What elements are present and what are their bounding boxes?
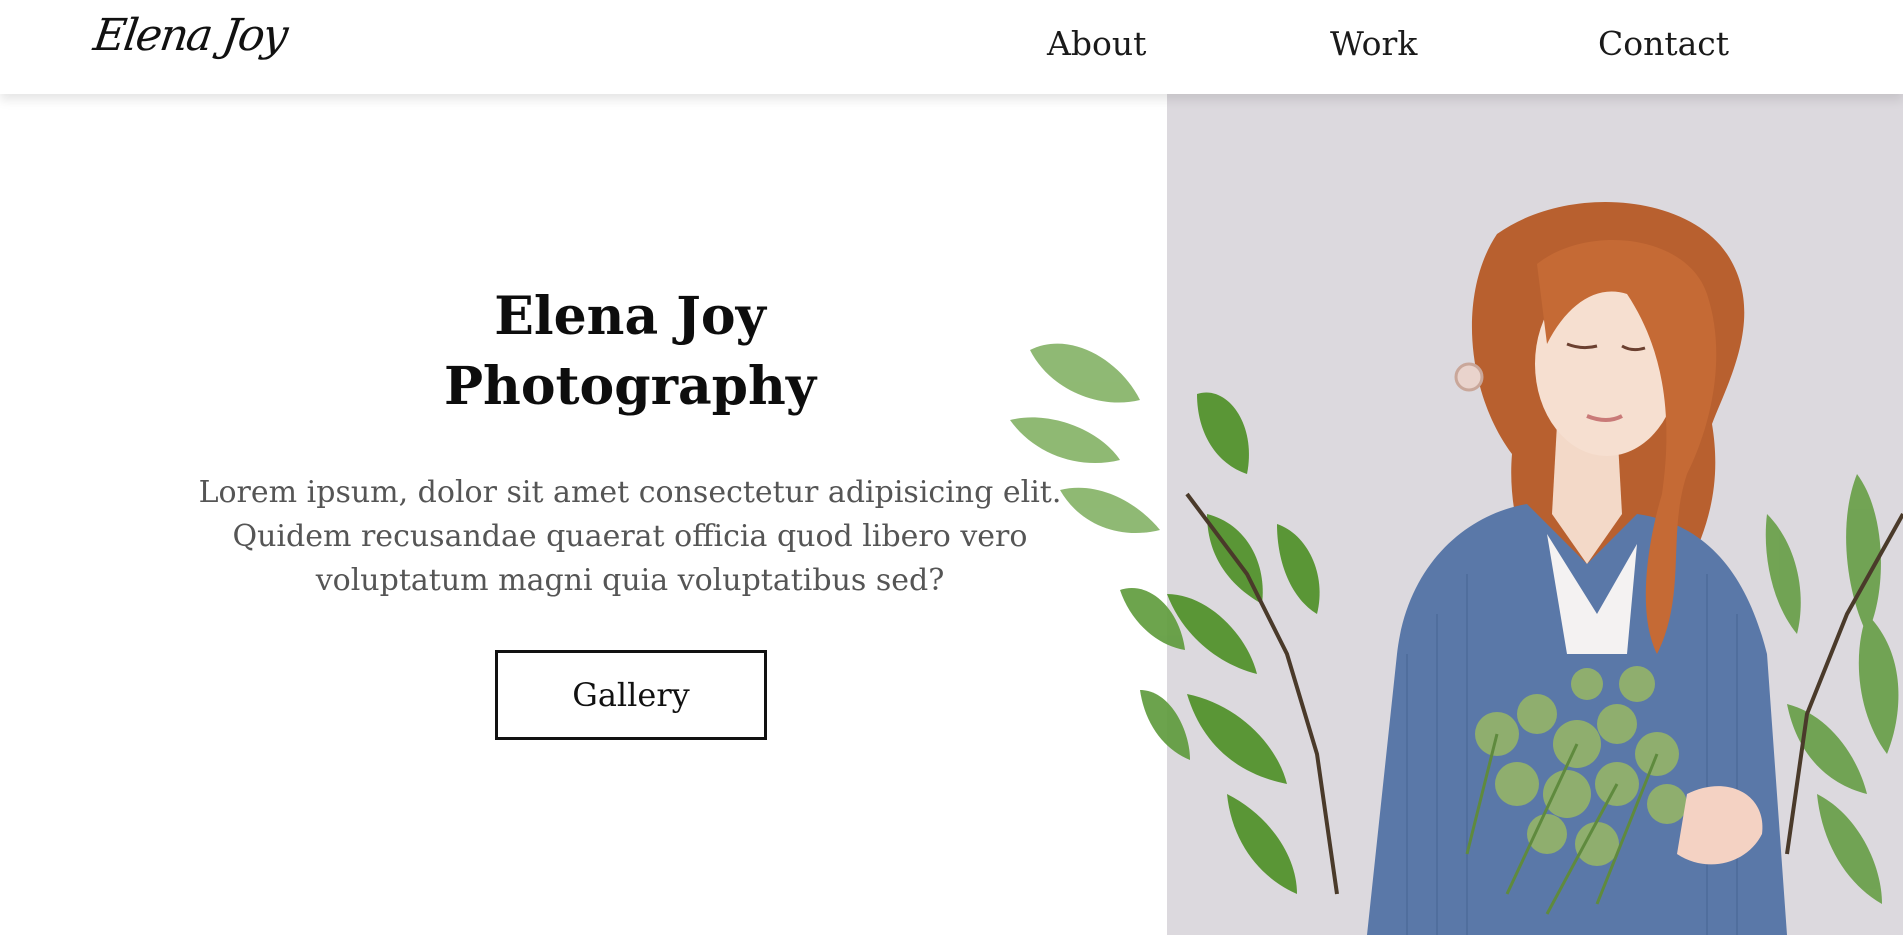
hero-description-line-2: Quidem recusandae quaerat officia quod l… [232,519,1028,554]
hero-title-line-1: Elena Joy [494,286,766,347]
hero-description-line-3: voluptatum magni quia voluptatibus sed? [315,563,945,598]
gallery-button[interactable]: Gallery [495,650,767,740]
hero-title-line-2: Photography [443,356,817,417]
leaves-right [1765,474,1899,904]
hero-section: Elena Joy Photography Lorem ipsum, dolor… [0,94,1167,935]
leaves-left [1167,392,1320,894]
hero-photo [1167,94,1903,935]
nav-link-contact[interactable]: Contact [1598,24,1729,63]
nav-link-work[interactable]: Work [1330,24,1417,63]
portrait-illustration [1167,201,1903,935]
nav-link-about[interactable]: About [1047,24,1146,63]
hero-description-line-1: Lorem ipsum, dolor sit amet consectetur … [198,475,1062,510]
hero-description: Lorem ipsum, dolor sit amet consectetur … [190,471,1070,603]
site-logo[interactable]: Elena Joy [90,10,289,61]
top-navbar: Elena Joy About Work Contact [0,0,1903,94]
hero-title: Elena Joy Photography [330,282,930,422]
